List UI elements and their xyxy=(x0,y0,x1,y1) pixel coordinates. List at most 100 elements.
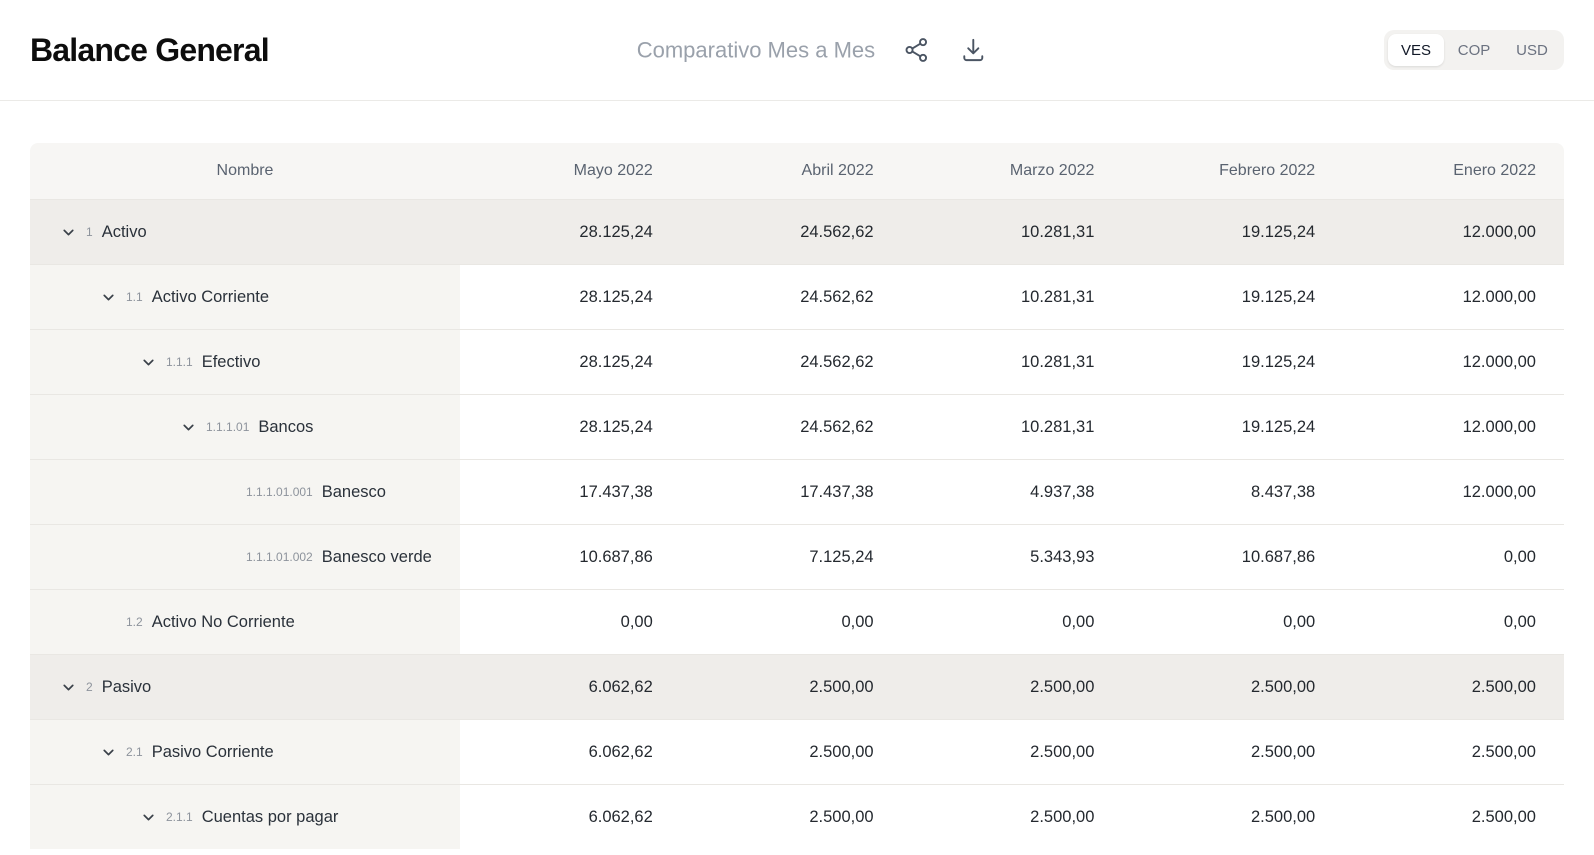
value-cell: 0,00 xyxy=(1343,590,1564,654)
table-body: 1Activo28.125,2424.562,6210.281,3119.125… xyxy=(30,199,1564,849)
currency-toggle: VES COP USD xyxy=(1384,30,1564,70)
report-header-group: Comparativo Mes a Mes xyxy=(637,35,989,66)
table-row: 1.2Activo No Corriente0,000,000,000,000,… xyxy=(30,589,1564,654)
value-cell: 6.062,62 xyxy=(460,785,681,849)
value-cell: 2.500,00 xyxy=(681,720,902,784)
balance-table: NombreMayo 2022Abril 2022Marzo 2022Febre… xyxy=(30,143,1564,849)
table-row: 1.1.1.01.001Banesco17.437,3817.437,384.9… xyxy=(30,459,1564,524)
account-name: Activo Corriente xyxy=(152,286,269,308)
value-cell: 2.500,00 xyxy=(1343,785,1564,849)
table-row: 2.1Pasivo Corriente6.062,622.500,002.500… xyxy=(30,719,1564,784)
row-name-cell: 1.1.1.01.002 Banesco verde xyxy=(30,525,460,589)
row-name-cell: 2.1.1 Cuentas por pagar xyxy=(30,785,460,849)
currency-option-ves[interactable]: VES xyxy=(1388,34,1444,66)
column-header-month: Mayo 2022 xyxy=(460,143,681,199)
account-name: Banesco xyxy=(322,481,386,503)
value-cell: 17.437,38 xyxy=(460,460,681,524)
page-title: Balance General xyxy=(30,32,269,69)
chevron-down-icon[interactable] xyxy=(170,419,206,436)
table-row: 1.1.1Efectivo28.125,2424.562,6210.281,31… xyxy=(30,329,1564,394)
value-cell: 2.500,00 xyxy=(1343,720,1564,784)
value-cell: 0,00 xyxy=(1122,590,1343,654)
account-code: 1.1.1.01 xyxy=(206,420,249,434)
value-cell: 17.437,38 xyxy=(681,460,902,524)
value-cell: 7.125,24 xyxy=(681,525,902,589)
value-cell: 2.500,00 xyxy=(902,785,1123,849)
row-name-cell: 1.1.1.01.001 Banesco xyxy=(30,460,460,524)
account-code: 2.1.1 xyxy=(166,810,193,824)
value-cell: 24.562,62 xyxy=(681,330,902,394)
chevron-down-icon[interactable] xyxy=(90,289,126,306)
row-name-cell: 1.1.1Efectivo xyxy=(30,330,460,394)
value-cell: 2.500,00 xyxy=(1122,720,1343,784)
value-cell: 0,00 xyxy=(902,590,1123,654)
chevron-down-icon[interactable] xyxy=(50,224,86,241)
top-bar: Balance General Comparativo Mes a Mes xyxy=(0,0,1594,101)
value-cell: 4.937,38 xyxy=(902,460,1123,524)
account-code: 1.1 xyxy=(126,290,143,304)
chevron-down-icon[interactable] xyxy=(130,809,166,826)
table-row: 1Activo28.125,2424.562,6210.281,3119.125… xyxy=(30,199,1564,264)
table-row: 1.1.1.01.002Banesco verde10.687,867.125,… xyxy=(30,524,1564,589)
value-cell: 2.500,00 xyxy=(681,785,902,849)
account-name: Banesco verde xyxy=(322,546,432,568)
chevron-down-icon[interactable] xyxy=(90,744,126,761)
currency-option-usd[interactable]: USD xyxy=(1504,34,1560,66)
value-cell: 10.281,31 xyxy=(902,200,1123,264)
value-cell: 2.500,00 xyxy=(1122,655,1343,719)
value-cell: 12.000,00 xyxy=(1343,460,1564,524)
column-header-month: Enero 2022 xyxy=(1343,143,1564,199)
row-name-cell: 2Pasivo xyxy=(30,655,460,719)
account-code: 1.1.1.01.002 xyxy=(246,550,313,564)
account-name: Pasivo Corriente xyxy=(152,741,274,763)
row-name-cell: 1Activo xyxy=(30,200,460,264)
account-code: 1.2 xyxy=(126,615,143,629)
row-name-cell: 1.1 Activo Corriente xyxy=(30,265,460,329)
account-name: Activo xyxy=(102,221,147,243)
value-cell: 28.125,24 xyxy=(460,330,681,394)
account-code: 2.1 xyxy=(126,745,143,759)
account-name: Cuentas por pagar xyxy=(202,806,339,828)
value-cell: 28.125,24 xyxy=(460,200,681,264)
account-name: Activo No Corriente xyxy=(152,611,295,633)
report-subtitle: Comparativo Mes a Mes xyxy=(637,37,875,63)
value-cell: 10.687,86 xyxy=(1122,525,1343,589)
column-header-month: Marzo 2022 xyxy=(902,143,1123,199)
table-row: 1.1 Activo Corriente 28.125,2424.562,6210.… xyxy=(30,264,1564,329)
value-cell: 19.125,24 xyxy=(1122,330,1343,394)
value-cell: 2.500,00 xyxy=(902,720,1123,784)
value-cell: 0,00 xyxy=(460,590,681,654)
account-name: Efectivo xyxy=(202,351,261,373)
download-button[interactable] xyxy=(958,35,989,66)
value-cell: 10.281,31 xyxy=(902,395,1123,459)
column-header-month: Febrero 2022 xyxy=(1122,143,1343,199)
value-cell: 2.500,00 xyxy=(1343,655,1564,719)
value-cell: 2.500,00 xyxy=(902,655,1123,719)
value-cell: 12.000,00 xyxy=(1343,395,1564,459)
share-icon xyxy=(903,37,930,64)
currency-option-cop[interactable]: COP xyxy=(1446,34,1502,66)
table-row: 2.1.1Cuentas por pagar6.062,622.500,002.… xyxy=(30,784,1564,849)
value-cell: 19.125,24 xyxy=(1122,265,1343,329)
value-cell: 28.125,24 xyxy=(460,395,681,459)
chevron-down-icon[interactable] xyxy=(130,354,166,371)
row-name-cell: 1.1.1.01 Bancos xyxy=(30,395,460,459)
chevron-down-icon[interactable] xyxy=(50,679,86,696)
value-cell: 19.125,24 xyxy=(1122,395,1343,459)
value-cell: 19.125,24 xyxy=(1122,200,1343,264)
download-icon xyxy=(960,37,987,64)
value-cell: 24.562,62 xyxy=(681,395,902,459)
value-cell: 10.281,31 xyxy=(902,265,1123,329)
account-code: 1.1.1.01.001 xyxy=(246,485,313,499)
value-cell: 24.562,62 xyxy=(681,265,902,329)
account-name: Bancos xyxy=(258,416,313,438)
value-cell: 10.687,86 xyxy=(460,525,681,589)
table-row: 1.1.1.01 Bancos 28.125,2424.562,6210.281,3… xyxy=(30,394,1564,459)
value-cell: 12.000,00 xyxy=(1343,265,1564,329)
share-button[interactable] xyxy=(901,35,932,66)
value-cell: 12.000,00 xyxy=(1343,200,1564,264)
value-cell: 2.500,00 xyxy=(681,655,902,719)
value-cell: 8.437,38 xyxy=(1122,460,1343,524)
row-name-cell: 1.2 Activo No Corriente xyxy=(30,590,460,654)
value-cell: 28.125,24 xyxy=(460,265,681,329)
